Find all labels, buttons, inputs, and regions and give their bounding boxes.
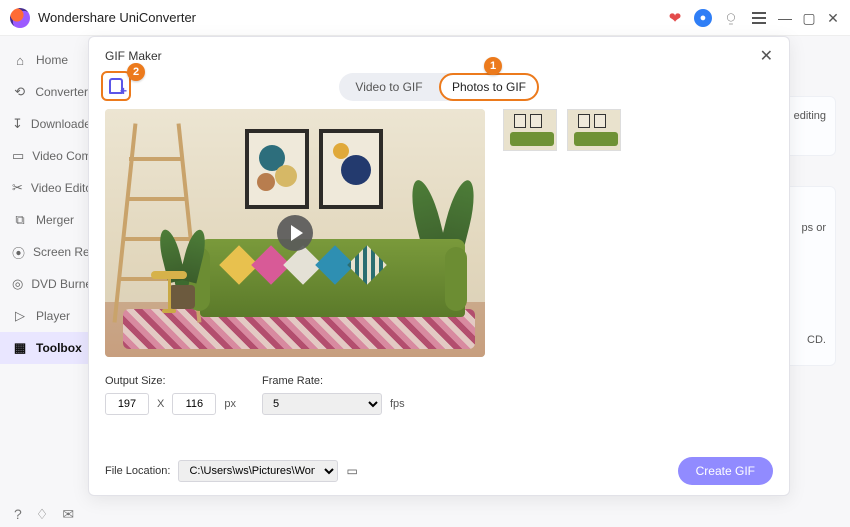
callout-badge-1: 1 [484, 57, 502, 75]
sidebar-item-toolbox[interactable]: ▦ Toolbox [0, 332, 88, 364]
tab-photos-to-gif[interactable]: Photos to GIF [439, 73, 539, 101]
callout-badge-2: 2 [127, 63, 145, 81]
frame-rate-select[interactable]: 5 [262, 393, 382, 415]
user-avatar-icon[interactable]: ● [694, 9, 712, 27]
file-location-label: File Location: [105, 465, 170, 477]
sidebar-item-label: Screen Recorder [33, 245, 88, 259]
background-text: CD. [807, 334, 826, 346]
modal-title: GIF Maker [105, 49, 162, 63]
notifications-icon[interactable]: ♢ [36, 506, 49, 523]
sidebar-item-label: Player [36, 309, 70, 323]
app-logo-icon [10, 8, 30, 28]
download-icon: ↧ [12, 116, 23, 132]
gift-icon[interactable]: ❤ [666, 9, 684, 27]
thumbnail[interactable] [503, 109, 557, 151]
fps-unit: fps [390, 398, 405, 410]
merge-icon: ⧉ [12, 212, 28, 228]
sidebar-item-downloader[interactable]: ↧ Downloader [0, 108, 88, 140]
feedback-icon[interactable]: ✉ [62, 506, 74, 523]
sidebar-item-label: Converter [35, 85, 88, 99]
sidebar-item-home[interactable]: ⌂ Home [0, 44, 88, 76]
disc-icon: ◎ [12, 276, 23, 292]
sidebar-item-dvd-burner[interactable]: ◎ DVD Burner [0, 268, 88, 300]
sidebar: ⌂ Home ⟲ Converter ↧ Downloader ▭ Video Comp… [0, 36, 88, 501]
sidebar-item-label: Merger [36, 213, 74, 227]
menu-icon[interactable] [750, 9, 768, 27]
sidebar-item-merger[interactable]: ⧉ Merger [0, 204, 88, 236]
output-size-label: Output Size: [105, 375, 236, 387]
help-icon[interactable]: ? [14, 506, 22, 522]
record-icon: ⦿ [12, 243, 25, 262]
gif-maker-modal: GIF Maker ✕ 2 Video to GIF Photos to GIF… [88, 36, 790, 496]
sidebar-item-label: Downloader [31, 117, 88, 131]
create-gif-button[interactable]: Create GIF [678, 457, 773, 485]
preview-image [105, 109, 485, 357]
sidebar-item-screen-recorder[interactable]: ⦿ Screen Recorder [0, 236, 88, 268]
add-files-button[interactable]: 2 [101, 71, 131, 101]
sidebar-item-label: Home [36, 53, 68, 67]
add-file-icon [109, 78, 123, 94]
sidebar-item-converter[interactable]: ⟲ Converter [0, 76, 88, 108]
home-icon: ⌂ [12, 53, 28, 68]
thumbnail[interactable] [567, 109, 621, 151]
maximize-button[interactable]: ▢ [802, 9, 816, 27]
close-icon[interactable]: ✕ [760, 46, 773, 66]
toolbox-icon: ▦ [12, 340, 28, 356]
thumbnail-strip [503, 109, 621, 357]
output-height-input[interactable] [172, 393, 216, 415]
minimize-button[interactable]: — [778, 9, 792, 27]
statusbar: ? ♢ ✉ [0, 501, 850, 527]
scissors-icon: ✂ [12, 180, 23, 196]
support-icon[interactable]: ⍜ [722, 9, 740, 27]
titlebar: Wondershare UniConverter ❤ ● ⍜ — ▢ ✕ [0, 0, 850, 36]
dimension-separator: X [157, 398, 164, 410]
convert-icon: ⟲ [12, 84, 27, 100]
app-title: Wondershare UniConverter [38, 10, 196, 25]
sidebar-item-label: Toolbox [36, 341, 82, 355]
file-location-select[interactable]: C:\Users\ws\Pictures\Wondersh [178, 460, 338, 482]
tab-group: Video to GIF Photos to GIF 1 [339, 73, 539, 101]
play-icon: ▷ [12, 308, 28, 324]
tab-video-to-gif[interactable]: Video to GIF [339, 73, 439, 101]
output-width-input[interactable] [105, 393, 149, 415]
size-unit: px [224, 398, 236, 410]
background-text: editing [794, 110, 826, 122]
sidebar-item-video-compressor[interactable]: ▭ Video Compressor [0, 140, 88, 172]
sidebar-item-label: Video Compressor [32, 149, 88, 163]
play-button[interactable] [277, 215, 313, 251]
close-window-button[interactable]: ✕ [826, 9, 840, 27]
frame-rate-label: Frame Rate: [262, 375, 405, 387]
titlebar-actions: ❤ ● ⍜ — ▢ ✕ [666, 9, 840, 27]
open-folder-icon[interactable]: ▭ [346, 464, 357, 478]
sidebar-item-label: DVD Burner [31, 277, 88, 291]
background-text: ps or [802, 222, 826, 234]
sidebar-item-player[interactable]: ▷ Player [0, 300, 88, 332]
compress-icon: ▭ [12, 148, 24, 164]
sidebar-item-label: Video Editor [31, 181, 88, 195]
sidebar-item-video-editor[interactable]: ✂ Video Editor [0, 172, 88, 204]
